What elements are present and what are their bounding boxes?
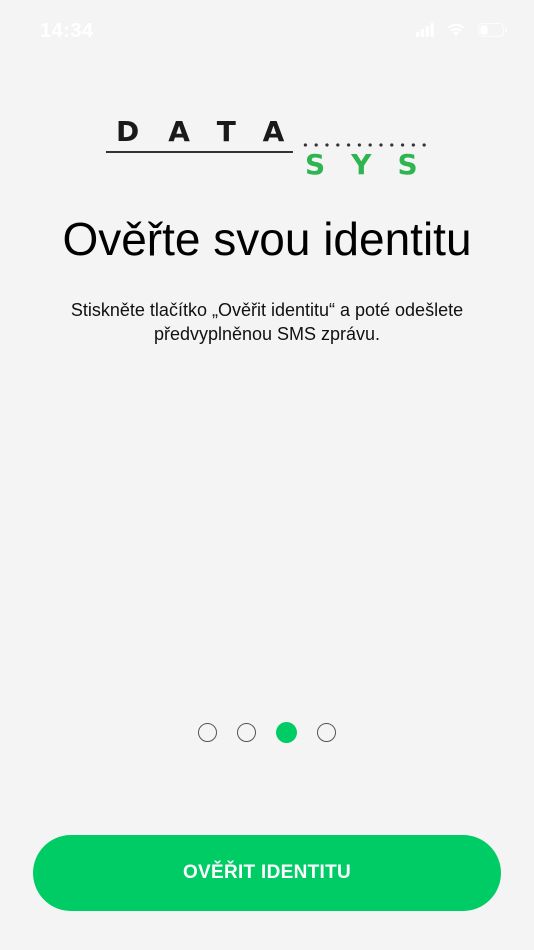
page-indicator	[0, 722, 534, 743]
wifi-icon	[446, 22, 466, 37]
datasys-logo: DATA SYS	[106, 112, 432, 182]
logo-word-sys: SYS	[305, 148, 444, 181]
cellular-signal-icon	[416, 22, 434, 37]
page-dot-3[interactable]	[276, 722, 297, 743]
page-dot-2[interactable]	[237, 723, 256, 742]
onboarding-screen: 14:34 DATA SYS Ověřte svou identitu Stis…	[0, 0, 534, 950]
page-description: Stiskněte tlačítko „Ověřit identitu“ a p…	[70, 300, 464, 344]
verify-identity-button[interactable]: OVĚŘIT IDENTITU	[33, 835, 501, 911]
battery-icon	[478, 22, 508, 37]
status-time: 14:34	[40, 20, 94, 42]
page-dot-4[interactable]	[317, 723, 336, 742]
page-title: Ověřte svou identitu	[62, 213, 472, 265]
logo-underline	[106, 151, 293, 153]
status-icons	[416, 22, 508, 37]
status-bar: 14:34	[0, 0, 534, 64]
logo-word-data: DATA	[116, 115, 314, 148]
page-dot-1[interactable]	[198, 723, 217, 742]
